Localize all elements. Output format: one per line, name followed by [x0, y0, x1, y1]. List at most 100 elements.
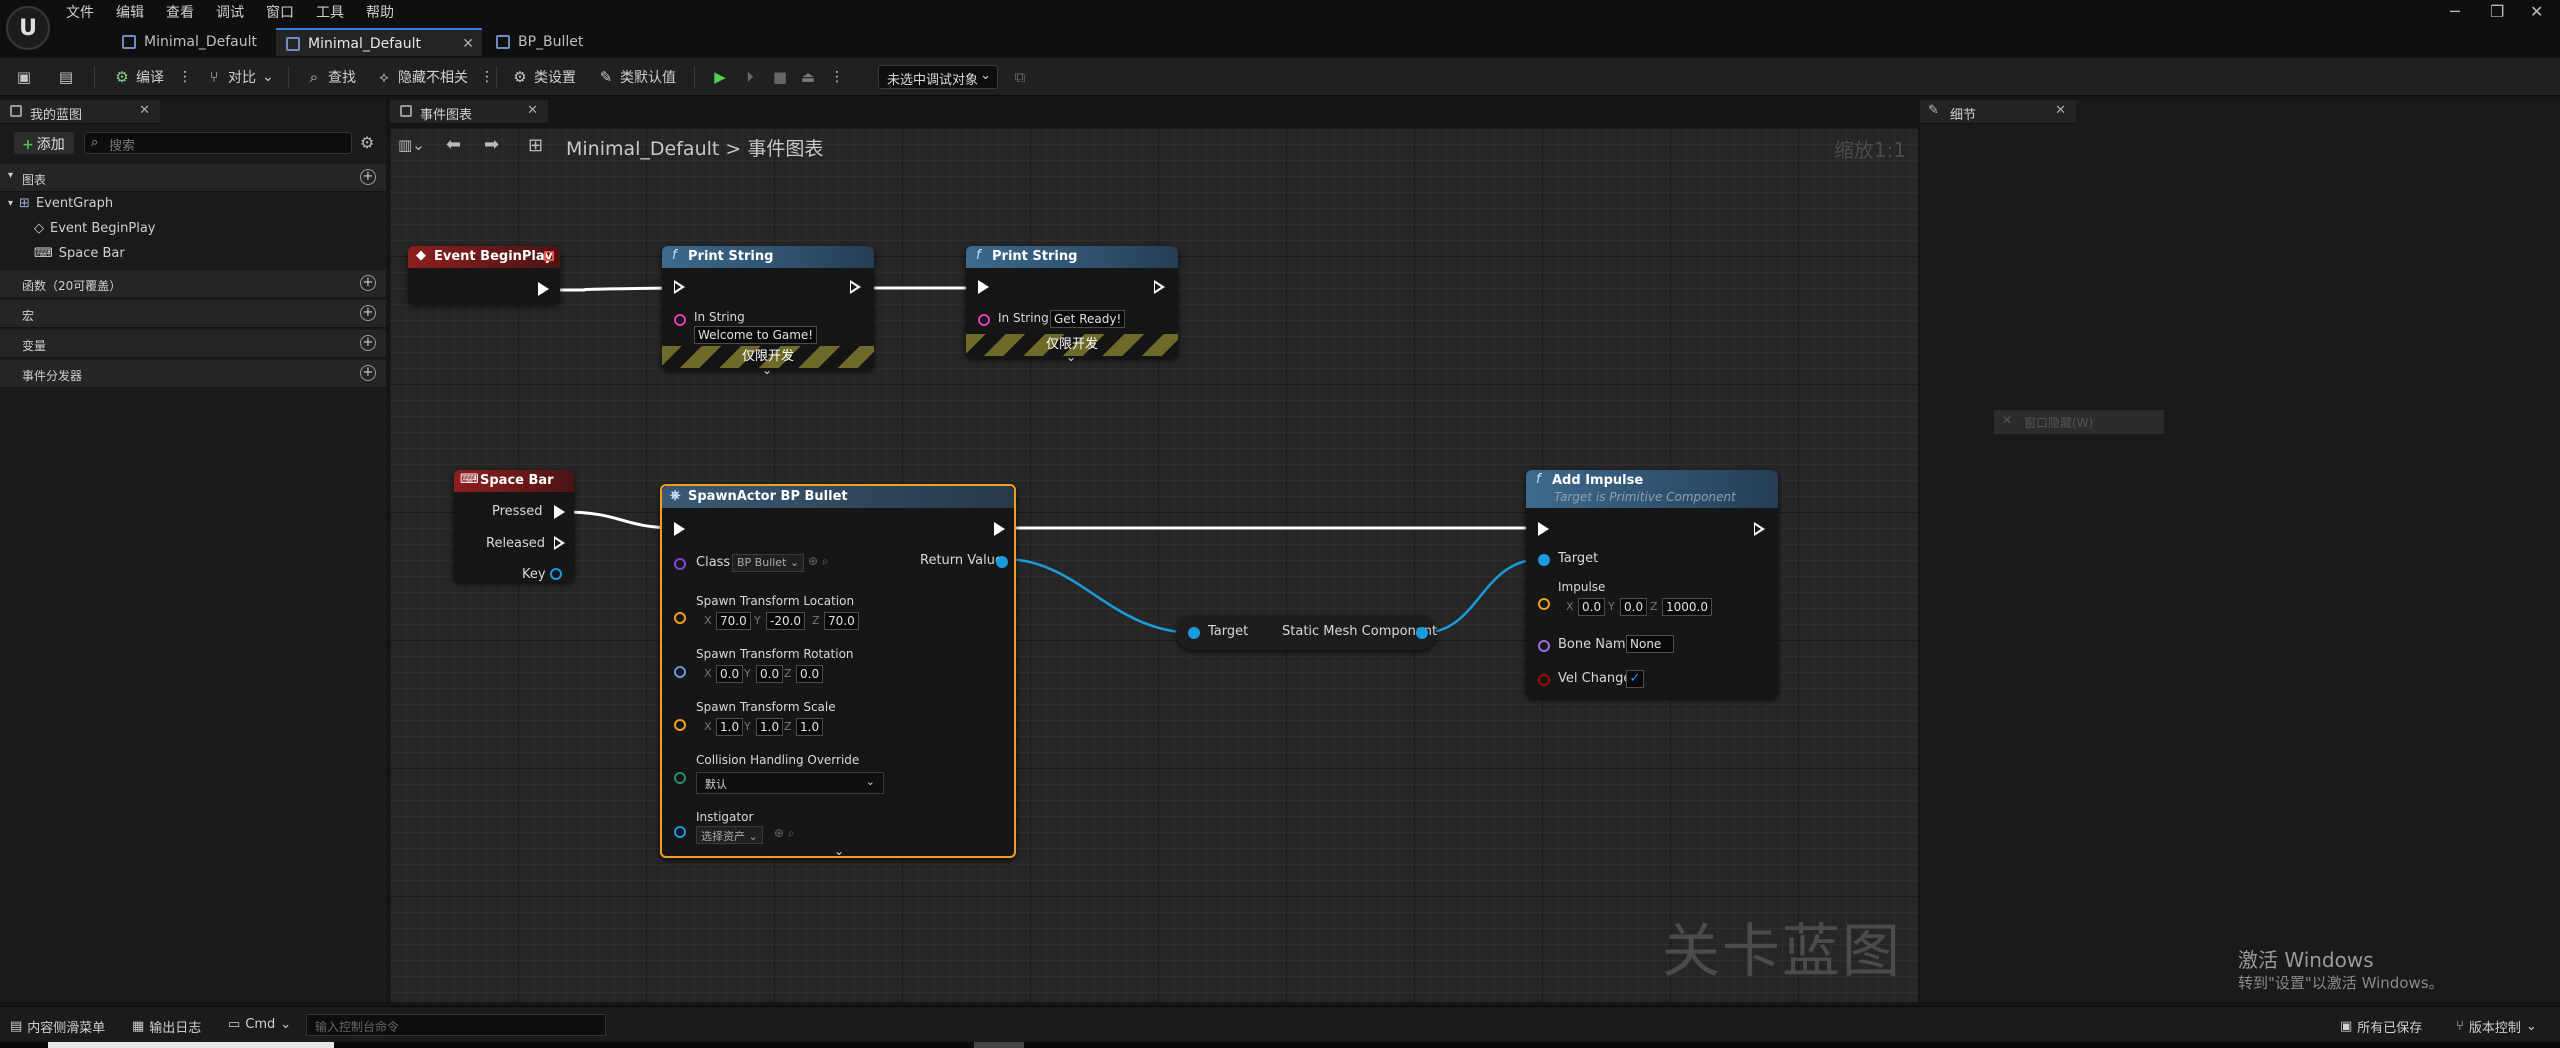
exec-in-pin[interactable]	[978, 280, 989, 294]
close-icon[interactable]: ✕	[2530, 2, 2543, 21]
unreal-logo[interactable]: U	[6, 6, 50, 50]
tab-minimal-default-1[interactable]: Minimal_Default	[112, 28, 272, 56]
menu-window[interactable]: 窗口	[266, 2, 294, 22]
node-spawn-actor[interactable]: ⎈ SpawnActor BP Bullet Class BP Bullet ⌄…	[660, 484, 1016, 858]
diff-button[interactable]: ⑂ 对比 ⌄	[206, 66, 273, 88]
output-pin[interactable]	[1416, 627, 1428, 639]
add-variable-icon[interactable]: +	[360, 335, 376, 351]
close-icon[interactable]: ✕	[2055, 103, 2066, 118]
find-button[interactable]: ⌕ 查找	[306, 66, 356, 88]
variables-section[interactable]: 变量 +	[0, 330, 386, 358]
tree-event-graph[interactable]: ▾ ⊞ EventGraph	[8, 196, 113, 211]
graphs-section[interactable]: ▾ 图表 +	[0, 164, 386, 192]
exec-out-pin[interactable]	[1754, 522, 1765, 536]
event-graph-canvas[interactable]: ◆ Event BeginPlay f Print String In Stri…	[390, 128, 1918, 1002]
add-dispatcher-icon[interactable]: +	[360, 365, 376, 381]
graph-view-icon[interactable]: ▥⌄	[398, 136, 425, 154]
released-exec-pin[interactable]	[554, 536, 565, 550]
menu-debug[interactable]: 调试	[216, 2, 244, 22]
breadcrumb-root[interactable]: Minimal_Default	[566, 138, 719, 160]
details-tab[interactable]: ✎ 细节 ✕	[1920, 100, 2076, 124]
rotation-pin[interactable]	[674, 666, 686, 678]
more-icon[interactable]: ⋮	[480, 69, 494, 85]
in-string-input[interactable]: Welcome to Game!	[694, 326, 818, 344]
location-z-input[interactable]: 70.0	[824, 612, 859, 630]
menu-view[interactable]: 查看	[166, 2, 194, 22]
node-event-beginplay[interactable]: ◆ Event BeginPlay	[408, 246, 560, 304]
rotation-y-input[interactable]: 0.0	[756, 665, 784, 683]
location-x-input[interactable]: 70.0	[716, 612, 751, 630]
tree-space-bar[interactable]: ⌨ Space Bar	[34, 246, 125, 261]
menu-file[interactable]: 文件	[66, 2, 94, 22]
add-function-icon[interactable]: +	[360, 275, 376, 291]
menu-tools[interactable]: 工具	[316, 2, 344, 22]
all-saved-status[interactable]: ▣ 所有已保存	[2340, 1017, 2422, 1036]
class-defaults-button[interactable]: ✎ 类默认值	[598, 66, 676, 88]
save-icon[interactable]: ▣	[16, 66, 32, 88]
hidden-window-button[interactable]: ✕ 窗口隐藏(W)	[1994, 410, 2164, 434]
menu-help[interactable]: 帮助	[366, 2, 394, 22]
exec-out-pin[interactable]	[850, 280, 861, 294]
exec-out-pin[interactable]	[538, 282, 549, 296]
scroll-thumb[interactable]	[48, 1042, 334, 1048]
impulse-pin[interactable]	[1538, 598, 1550, 610]
node-print-string-2[interactable]: f Print String In String Get Ready! 仅限开发…	[966, 246, 1178, 364]
browse-asset-icon[interactable]: ⊕ ⌕	[808, 554, 829, 569]
rotation-z-input[interactable]: 0.0	[796, 665, 824, 683]
macros-section[interactable]: 宏 +	[0, 300, 386, 328]
back-arrow-icon[interactable]: ⬅	[446, 134, 461, 155]
my-blueprint-tab[interactable]: 我的蓝图 ✕	[0, 100, 160, 124]
expand-chevron-icon[interactable]: ⌄	[762, 363, 772, 377]
impulse-z-input[interactable]: 1000.0	[1662, 598, 1712, 616]
minimize-icon[interactable]: ─	[2450, 2, 2460, 21]
rotation-x-input[interactable]: 0.0	[716, 665, 744, 683]
menu-edit[interactable]: 编辑	[116, 2, 144, 22]
string-pin[interactable]	[674, 314, 686, 326]
more-icon[interactable]: ⋮	[830, 66, 844, 88]
add-graph-icon[interactable]: +	[360, 169, 376, 185]
node-print-string-1[interactable]: f Print String In String Welcome to Game…	[662, 246, 874, 377]
stop-button[interactable]: ■	[772, 66, 788, 88]
in-string-input[interactable]: Get Ready!	[1050, 310, 1126, 328]
exec-in-pin[interactable]	[674, 522, 685, 536]
content-drawer-button[interactable]: ▤ 内容侧滑菜单	[10, 1017, 105, 1036]
location-pin[interactable]	[674, 612, 686, 624]
forward-arrow-icon[interactable]: ➡	[484, 134, 499, 155]
exec-out-pin[interactable]	[994, 522, 1005, 536]
node-static-mesh-getter[interactable]: Target Static Mesh Component	[1176, 616, 1437, 650]
browse-icon[interactable]: ▤	[58, 66, 74, 88]
instigator-dropdown[interactable]: 选择资产 ⌄	[696, 826, 763, 844]
impulse-y-input[interactable]: 0.0	[1620, 598, 1648, 616]
impulse-x-input[interactable]: 0.0	[1578, 598, 1606, 616]
play-button[interactable]: ▶	[712, 66, 728, 88]
delegate-pin[interactable]	[544, 251, 554, 261]
tab-bp-bullet[interactable]: BP_Bullet	[486, 28, 606, 56]
restore-icon[interactable]: ❐	[2490, 2, 2504, 21]
instigator-pin[interactable]	[674, 826, 686, 838]
gear-icon[interactable]: ⚙	[360, 133, 374, 152]
eject-button[interactable]: ⏏	[800, 66, 816, 88]
scale-z-input[interactable]: 1.0	[796, 718, 824, 736]
exec-in-pin[interactable]	[1538, 522, 1549, 536]
expand-chevron-icon[interactable]: ⌄	[834, 844, 844, 858]
tab-minimal-default-2[interactable]: Minimal_Default ✕	[276, 28, 482, 56]
close-icon[interactable]: ✕	[139, 103, 150, 118]
string-pin[interactable]	[978, 314, 990, 326]
return-value-pin[interactable]	[996, 556, 1008, 568]
node-add-impulse[interactable]: f Add Impulse Target is Primitive Compon…	[1526, 470, 1778, 698]
target-pin[interactable]	[1188, 627, 1200, 639]
close-icon[interactable]: ✕	[462, 36, 474, 52]
pressed-exec-pin[interactable]	[554, 505, 565, 519]
key-pin[interactable]	[550, 568, 562, 580]
add-button[interactable]: + 添加	[14, 132, 74, 154]
search-input[interactable]: ⌕ 搜索	[84, 132, 352, 154]
vel-change-pin[interactable]	[1538, 674, 1550, 686]
bone-name-input[interactable]: None	[1626, 635, 1674, 653]
source-control-button[interactable]: ⑂ 版本控制 ⌄	[2456, 1017, 2537, 1036]
scroll-thumb[interactable]	[974, 1042, 1024, 1048]
add-macro-icon[interactable]: +	[360, 305, 376, 321]
scale-x-input[interactable]: 1.0	[716, 718, 744, 736]
expand-chevron-icon[interactable]: ⌄	[1066, 350, 1076, 364]
browse-asset-icon[interactable]: ⊕ ⌕	[774, 826, 795, 841]
functions-section[interactable]: 函数（20可覆盖） +	[0, 270, 386, 298]
